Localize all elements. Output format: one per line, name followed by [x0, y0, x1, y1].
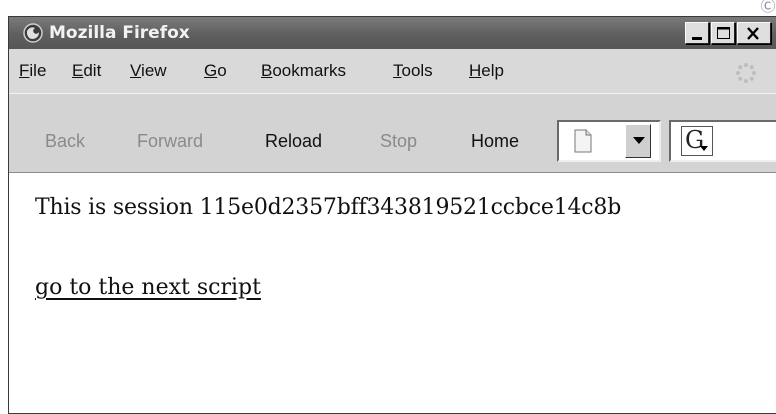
menu-file[interactable]: File [19, 60, 46, 82]
menu-help[interactable]: Help [469, 60, 504, 82]
menu-bar: File Edit View Go Bookmarks Tools Help [9, 49, 776, 93]
menu-view[interactable]: View [130, 60, 167, 82]
corner-mark-icon: Ⓒ [760, 0, 776, 15]
page-icon [574, 129, 592, 153]
dropdown-arrow-icon [633, 137, 645, 144]
close-button[interactable] [737, 22, 771, 44]
menu-file-rest: ile [29, 61, 47, 80]
navigation-toolbar: Back Forward Reload Stop Home G [9, 93, 776, 173]
maximize-button[interactable] [711, 22, 735, 44]
minimize-icon [692, 37, 702, 40]
reload-button[interactable]: Reload [265, 129, 322, 153]
maximize-icon [717, 27, 730, 39]
session-text: This is session 115e0d2357bff343819521cc… [35, 195, 622, 220]
search-engine-dropdown-icon [700, 146, 708, 151]
search-bar[interactable]: G [669, 120, 776, 162]
page-content: This is session 115e0d2357bff343819521cc… [9, 173, 776, 413]
forward-button[interactable]: Forward [137, 129, 203, 153]
menu-go[interactable]: Go [204, 60, 227, 82]
menu-bookmarks[interactable]: Bookmarks [261, 60, 346, 82]
throbber-icon [736, 63, 756, 83]
minimize-button[interactable] [685, 22, 709, 44]
back-button[interactable]: Back [45, 129, 85, 153]
stop-button[interactable]: Stop [380, 129, 417, 153]
title-bar[interactable]: Mozilla Firefox [9, 17, 776, 49]
next-script-link[interactable]: go to the next script [35, 275, 261, 300]
close-icon [747, 27, 759, 40]
firefox-icon [23, 23, 43, 43]
url-history-dropdown[interactable] [625, 124, 651, 158]
home-button[interactable]: Home [471, 129, 519, 153]
browser-window: Mozilla Firefox File Edit View Go Bookma… [8, 16, 776, 414]
menu-tools[interactable]: Tools [393, 60, 433, 82]
menu-edit[interactable]: Edit [72, 60, 101, 82]
window-title: Mozilla Firefox [49, 23, 190, 43]
search-engine-icon[interactable]: G [681, 126, 713, 156]
